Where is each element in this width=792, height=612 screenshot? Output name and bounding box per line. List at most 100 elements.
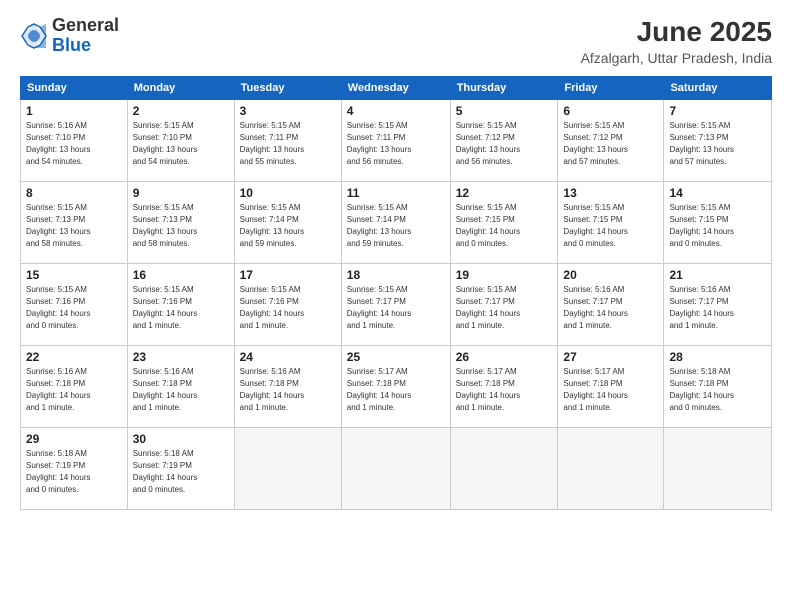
day-number: 19 bbox=[456, 268, 553, 282]
calendar-cell: 4 Sunrise: 5:15 AM Sunset: 7:11 PM Daylig… bbox=[341, 100, 450, 182]
day-info: Sunrise: 5:15 AM Sunset: 7:13 PM Dayligh… bbox=[669, 120, 766, 168]
day-info: Sunrise: 5:18 AM Sunset: 7:19 PM Dayligh… bbox=[133, 448, 229, 496]
day-number: 29 bbox=[26, 432, 122, 446]
calendar-cell: 30 Sunrise: 5:18 AM Sunset: 7:19 PM Dayli… bbox=[127, 428, 234, 510]
day-number: 6 bbox=[563, 104, 658, 118]
day-number: 23 bbox=[133, 350, 229, 364]
calendar-cell: 23 Sunrise: 5:16 AM Sunset: 7:18 PM Dayli… bbox=[127, 346, 234, 428]
calendar-cell: 11 Sunrise: 5:15 AM Sunset: 7:14 PM Dayli… bbox=[341, 182, 450, 264]
calendar-cell: 25 Sunrise: 5:17 AM Sunset: 7:18 PM Dayli… bbox=[341, 346, 450, 428]
calendar-cell: 6 Sunrise: 5:15 AM Sunset: 7:12 PM Daylig… bbox=[558, 100, 664, 182]
calendar-cell bbox=[558, 428, 664, 510]
calendar-cell: 16 Sunrise: 5:15 AM Sunset: 7:16 PM Dayli… bbox=[127, 264, 234, 346]
calendar-cell bbox=[341, 428, 450, 510]
month-title: June 2025 bbox=[581, 16, 772, 48]
day-info: Sunrise: 5:16 AM Sunset: 7:18 PM Dayligh… bbox=[133, 366, 229, 414]
day-number: 22 bbox=[26, 350, 122, 364]
col-header-monday: Monday bbox=[127, 77, 234, 100]
day-number: 8 bbox=[26, 186, 122, 200]
day-number: 4 bbox=[347, 104, 445, 118]
day-info: Sunrise: 5:15 AM Sunset: 7:17 PM Dayligh… bbox=[456, 284, 553, 332]
day-info: Sunrise: 5:15 AM Sunset: 7:16 PM Dayligh… bbox=[240, 284, 336, 332]
col-header-friday: Friday bbox=[558, 77, 664, 100]
calendar-cell: 20 Sunrise: 5:16 AM Sunset: 7:17 PM Dayli… bbox=[558, 264, 664, 346]
day-number: 16 bbox=[133, 268, 229, 282]
calendar-cell: 3 Sunrise: 5:15 AM Sunset: 7:11 PM Daylig… bbox=[234, 100, 341, 182]
day-info: Sunrise: 5:16 AM Sunset: 7:17 PM Dayligh… bbox=[563, 284, 658, 332]
col-header-tuesday: Tuesday bbox=[234, 77, 341, 100]
day-info: Sunrise: 5:15 AM Sunset: 7:10 PM Dayligh… bbox=[133, 120, 229, 168]
day-number: 26 bbox=[456, 350, 553, 364]
day-number: 12 bbox=[456, 186, 553, 200]
calendar-cell: 29 Sunrise: 5:18 AM Sunset: 7:19 PM Dayli… bbox=[21, 428, 128, 510]
calendar-cell bbox=[450, 428, 558, 510]
day-info: Sunrise: 5:16 AM Sunset: 7:17 PM Dayligh… bbox=[669, 284, 766, 332]
day-info: Sunrise: 5:15 AM Sunset: 7:15 PM Dayligh… bbox=[563, 202, 658, 250]
calendar-cell: 14 Sunrise: 5:15 AM Sunset: 7:15 PM Dayli… bbox=[664, 182, 772, 264]
logo-general: General bbox=[52, 15, 119, 35]
day-info: Sunrise: 5:17 AM Sunset: 7:18 PM Dayligh… bbox=[347, 366, 445, 414]
day-info: Sunrise: 5:15 AM Sunset: 7:15 PM Dayligh… bbox=[669, 202, 766, 250]
day-number: 3 bbox=[240, 104, 336, 118]
day-info: Sunrise: 5:15 AM Sunset: 7:16 PM Dayligh… bbox=[133, 284, 229, 332]
day-info: Sunrise: 5:17 AM Sunset: 7:18 PM Dayligh… bbox=[563, 366, 658, 414]
page-header: General Blue June 2025 Afzalgarh, Uttar … bbox=[20, 16, 772, 66]
day-number: 10 bbox=[240, 186, 336, 200]
col-header-saturday: Saturday bbox=[664, 77, 772, 100]
day-number: 14 bbox=[669, 186, 766, 200]
day-number: 20 bbox=[563, 268, 658, 282]
calendar-table: SundayMondayTuesdayWednesdayThursdayFrid… bbox=[20, 76, 772, 510]
calendar-cell: 10 Sunrise: 5:15 AM Sunset: 7:14 PM Dayli… bbox=[234, 182, 341, 264]
calendar-cell: 17 Sunrise: 5:15 AM Sunset: 7:16 PM Dayli… bbox=[234, 264, 341, 346]
day-info: Sunrise: 5:15 AM Sunset: 7:16 PM Dayligh… bbox=[26, 284, 122, 332]
day-info: Sunrise: 5:18 AM Sunset: 7:19 PM Dayligh… bbox=[26, 448, 122, 496]
day-number: 11 bbox=[347, 186, 445, 200]
calendar-cell: 9 Sunrise: 5:15 AM Sunset: 7:13 PM Daylig… bbox=[127, 182, 234, 264]
calendar-cell: 26Sunrise: 5:17 AM Sunset: 7:18 PM Dayli… bbox=[450, 346, 558, 428]
calendar-cell: 19 Sunrise: 5:15 AM Sunset: 7:17 PM Dayli… bbox=[450, 264, 558, 346]
day-info: Sunrise: 5:15 AM Sunset: 7:13 PM Dayligh… bbox=[133, 202, 229, 250]
day-info: Sunrise: 5:16 AM Sunset: 7:18 PM Dayligh… bbox=[26, 366, 122, 414]
day-number: 30 bbox=[133, 432, 229, 446]
calendar-cell bbox=[234, 428, 341, 510]
day-info: Sunrise: 5:15 AM Sunset: 7:15 PM Dayligh… bbox=[456, 202, 553, 250]
calendar-cell: 5Sunrise: 5:15 AM Sunset: 7:12 PM Daylig… bbox=[450, 100, 558, 182]
title-block: June 2025 Afzalgarh, Uttar Pradesh, Indi… bbox=[581, 16, 772, 66]
calendar-cell: 27 Sunrise: 5:17 AM Sunset: 7:18 PM Dayli… bbox=[558, 346, 664, 428]
calendar-cell: 21 Sunrise: 5:16 AM Sunset: 7:17 PM Dayli… bbox=[664, 264, 772, 346]
calendar-cell: 18 Sunrise: 5:15 AM Sunset: 7:17 PM Dayli… bbox=[341, 264, 450, 346]
logo: General Blue bbox=[20, 16, 119, 56]
day-number: 24 bbox=[240, 350, 336, 364]
day-info: Sunrise: 5:15 AM Sunset: 7:14 PM Dayligh… bbox=[347, 202, 445, 250]
day-info: Sunrise: 5:15 AM Sunset: 7:12 PM Dayligh… bbox=[563, 120, 658, 168]
day-number: 21 bbox=[669, 268, 766, 282]
calendar-cell: 7Sunrise: 5:15 AM Sunset: 7:13 PM Daylig… bbox=[664, 100, 772, 182]
calendar-cell: 13 Sunrise: 5:15 AM Sunset: 7:15 PM Dayli… bbox=[558, 182, 664, 264]
calendar-cell: 12 Sunrise: 5:15 AM Sunset: 7:15 PM Dayli… bbox=[450, 182, 558, 264]
day-info: Sunrise: 5:18 AM Sunset: 7:18 PM Dayligh… bbox=[669, 366, 766, 414]
day-info: Sunrise: 5:15 AM Sunset: 7:14 PM Dayligh… bbox=[240, 202, 336, 250]
day-number: 13 bbox=[563, 186, 658, 200]
calendar-cell: 22 Sunrise: 5:16 AM Sunset: 7:18 PM Dayli… bbox=[21, 346, 128, 428]
day-info: Sunrise: 5:16 AM Sunset: 7:18 PM Dayligh… bbox=[240, 366, 336, 414]
day-number: 28 bbox=[669, 350, 766, 364]
calendar-cell: 8Sunrise: 5:15 AM Sunset: 7:13 PM Daylig… bbox=[21, 182, 128, 264]
day-number: 9 bbox=[133, 186, 229, 200]
day-info: Sunrise: 5:15 AM Sunset: 7:11 PM Dayligh… bbox=[240, 120, 336, 168]
day-info: Sunrise: 5:15 AM Sunset: 7:12 PM Dayligh… bbox=[456, 120, 553, 168]
col-header-sunday: Sunday bbox=[21, 77, 128, 100]
calendar-cell: 15 Sunrise: 5:15 AM Sunset: 7:16 PM Dayli… bbox=[21, 264, 128, 346]
logo-icon bbox=[20, 22, 48, 50]
calendar-cell: 24 Sunrise: 5:16 AM Sunset: 7:18 PM Dayli… bbox=[234, 346, 341, 428]
calendar-cell: 1Sunrise: 5:16 AM Sunset: 7:10 PM Daylig… bbox=[21, 100, 128, 182]
day-number: 15 bbox=[26, 268, 122, 282]
calendar-cell bbox=[664, 428, 772, 510]
day-number: 18 bbox=[347, 268, 445, 282]
day-number: 27 bbox=[563, 350, 658, 364]
day-info: Sunrise: 5:15 AM Sunset: 7:11 PM Dayligh… bbox=[347, 120, 445, 168]
logo-blue: Blue bbox=[52, 35, 91, 55]
day-info: Sunrise: 5:15 AM Sunset: 7:17 PM Dayligh… bbox=[347, 284, 445, 332]
day-info: Sunrise: 5:16 AM Sunset: 7:10 PM Dayligh… bbox=[26, 120, 122, 168]
day-number: 25 bbox=[347, 350, 445, 364]
day-number: 17 bbox=[240, 268, 336, 282]
